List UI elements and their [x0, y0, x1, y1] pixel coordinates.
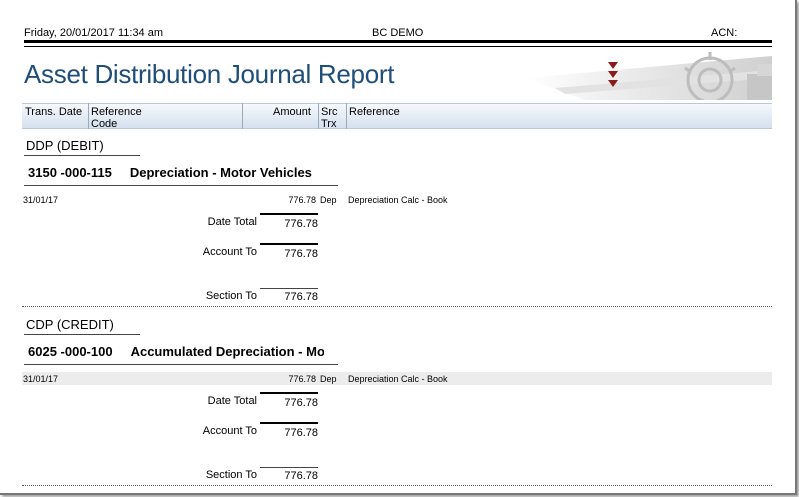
- column-separator: [242, 103, 243, 129]
- report-datetime: Friday, 20/01/2017 11:34 am: [24, 27, 164, 39]
- col-reference: Reference: [349, 106, 400, 118]
- account-total-value: 776.78: [284, 427, 318, 439]
- report-page: Friday, 20/01/2017 11:34 am BC DEMO ACN:…: [0, 0, 797, 495]
- total-rule: [260, 288, 318, 289]
- row-reference: Depreciation Calc - Book: [348, 374, 448, 384]
- date-total-value: 776.78: [284, 218, 318, 230]
- header-decoration-icon: [525, 52, 772, 100]
- section-label: DDP (DEBIT): [26, 138, 104, 153]
- section-underline: [24, 334, 140, 335]
- date-total-label: Date Total: [207, 395, 257, 407]
- account-name: Depreciation - Motor Vehicles: [129, 165, 312, 180]
- company-name: BC DEMO: [372, 27, 424, 39]
- section-total-value: 776.78: [284, 291, 318, 303]
- column-separator: [346, 103, 347, 129]
- acn-label: ACN:: [711, 27, 738, 39]
- total-rule: [260, 467, 318, 468]
- section-underline: [24, 155, 140, 156]
- date-total-value: 776.78: [284, 397, 318, 409]
- account-name: Accumulated Depreciation - Mo: [130, 344, 324, 359]
- column-separator: [318, 103, 319, 129]
- account-underline: [24, 185, 338, 186]
- row-amount: 776.78: [288, 374, 316, 384]
- date-total-label: Date Total: [207, 216, 257, 228]
- account-code: 6025 -000-100: [28, 344, 113, 359]
- section-total-label: Section To: [205, 469, 257, 481]
- total-rule: [260, 243, 318, 245]
- account-heading: 3150 -000-115 Depreciation - Motor Vehicl…: [28, 165, 312, 180]
- section-total-label: Section To: [205, 290, 257, 302]
- account-total-label: Account To: [202, 246, 257, 258]
- arrow-down-icon: [608, 62, 618, 69]
- account-heading: 6025 -000-100 Accumulated Depreciation - …: [28, 344, 324, 359]
- section-label: CDP (CREDIT): [26, 317, 114, 332]
- col-amount: Amount: [273, 106, 311, 118]
- account-underline: [24, 364, 338, 365]
- account-code: 3150 -000-115: [28, 165, 112, 180]
- report-title: Asset Distribution Journal Report: [24, 59, 395, 89]
- section-total-value: 776.78: [284, 470, 318, 482]
- row-amount: 776.78: [288, 195, 316, 205]
- column-separator: [88, 103, 89, 129]
- total-rule: [260, 213, 318, 215]
- row-src: Dep: [320, 374, 337, 384]
- total-rule: [260, 392, 318, 394]
- col-reference-code-line2: Code: [91, 118, 118, 130]
- header-rule-thin: [24, 46, 772, 47]
- col-trans-date: Trans. Date: [25, 106, 83, 118]
- col-src-trx-line1: Src: [321, 106, 338, 118]
- total-rule: [260, 422, 318, 424]
- row-src: Dep: [320, 195, 337, 205]
- row-reference: Depreciation Calc - Book: [348, 195, 448, 205]
- col-src-trx-line2: Trx: [321, 118, 337, 130]
- section-divider: [22, 306, 772, 307]
- row-date: 31/01/17: [23, 374, 59, 384]
- col-reference-code-line1: Reference: [91, 106, 142, 118]
- section-divider: [22, 485, 772, 486]
- row-date: 31/01/17: [23, 195, 59, 205]
- account-total-value: 776.78: [284, 248, 318, 260]
- account-total-label: Account To: [202, 425, 257, 437]
- header-rule-thick: [24, 40, 772, 43]
